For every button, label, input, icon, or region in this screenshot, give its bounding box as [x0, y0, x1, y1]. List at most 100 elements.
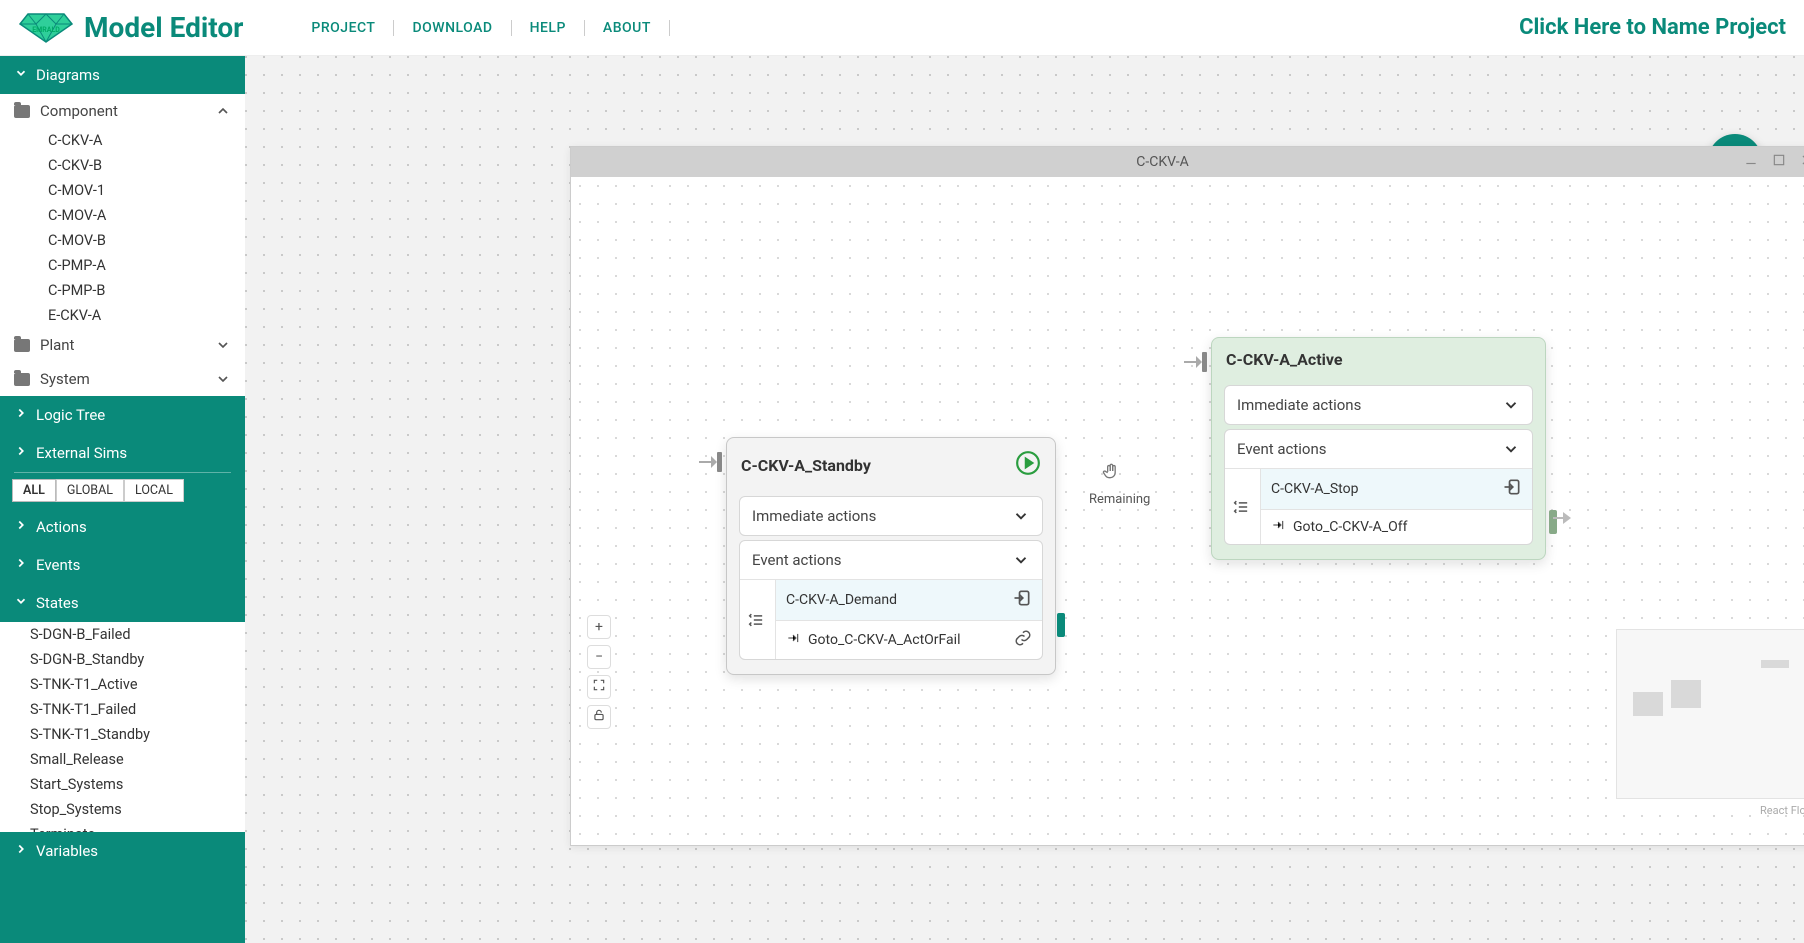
project-name-field[interactable]: Click Here to Name Project [1519, 15, 1786, 40]
list-item[interactable]: Stop_Systems [0, 797, 245, 822]
accordion-event-actions[interactable]: Event actions C [739, 540, 1043, 660]
node-active[interactable]: C-CKV-A_Active Immediate actions Event a… [1211, 337, 1546, 560]
action-row[interactable]: Goto_C-CKV-A_Off [1261, 510, 1532, 544]
event-type-icon [740, 580, 776, 659]
chevron-down-icon [1012, 551, 1030, 569]
accordion-label: Immediate actions [752, 507, 876, 525]
list-item[interactable]: Small_Release [0, 747, 245, 772]
chevron-down-icon [1502, 396, 1520, 414]
sidebar-folder-label: Plant [40, 336, 74, 354]
chevron-down-icon [1012, 507, 1030, 525]
edge-label-remaining: Remaining [1089, 492, 1150, 507]
list-item[interactable]: C-MOV-A [0, 203, 245, 228]
list-item[interactable]: S-TNK-T1_Failed [0, 697, 245, 722]
edge-layer [571, 177, 871, 327]
list-item[interactable]: C-MOV-B [0, 228, 245, 253]
scope-filter: ALL GLOBAL LOCAL [0, 473, 245, 508]
node-title: C-CKV-A_Standby [741, 456, 871, 475]
logo-block: EMRALD Model Editor [18, 8, 243, 48]
event-name: C-CKV-A_Demand [786, 592, 897, 608]
filter-local-button[interactable]: LOCAL [124, 479, 184, 502]
diagram-window[interactable]: C-CKV-A [570, 146, 1804, 846]
node-title: C-CKV-A_Active [1226, 350, 1343, 369]
sidebar-folder-label: Component [40, 102, 118, 120]
accordion-immediate-actions[interactable]: Immediate actions [739, 496, 1043, 536]
event-row[interactable]: C-CKV-A_Demand [776, 580, 1042, 621]
accordion-immediate-actions[interactable]: Immediate actions [1224, 385, 1533, 425]
menu-project[interactable]: PROJECT [293, 20, 394, 36]
reactflow-canvas[interactable]: Remaining C-CKV-A_Standby [571, 177, 1804, 845]
menu-help[interactable]: HELP [512, 20, 585, 36]
list-item[interactable]: E-CKV-A [0, 303, 245, 328]
chevron-up-icon [215, 103, 231, 119]
sidebar-section-label: External Sims [36, 444, 127, 462]
sidebar-section-label: Actions [36, 518, 87, 536]
zoom-in-button[interactable]: + [587, 615, 611, 639]
sidebar-folder-system[interactable]: System [0, 362, 245, 396]
sidebar-folder-component[interactable]: Component [0, 94, 245, 128]
input-handle-icon[interactable] [1182, 352, 1208, 376]
svg-text:EMRALD: EMRALD [32, 26, 60, 34]
minimize-icon[interactable] [1744, 153, 1758, 171]
minimap-node [1761, 660, 1789, 668]
lock-button[interactable] [587, 705, 611, 729]
list-item[interactable]: C-CKV-A [0, 128, 245, 153]
event-row[interactable]: C-CKV-A_Stop [1261, 469, 1532, 510]
sidebar-folder-plant[interactable]: Plant [0, 328, 245, 362]
sidebar-section-states[interactable]: States [0, 584, 245, 622]
main-menu: PROJECT DOWNLOAD HELP ABOUT [293, 20, 669, 36]
chevron-down-icon [14, 66, 28, 84]
sidebar-section-external-sims[interactable]: External Sims [0, 434, 245, 472]
chevron-right-icon [14, 406, 28, 424]
action-row[interactable]: Goto_C-CKV-A_ActOrFail [776, 621, 1042, 659]
close-icon[interactable] [1800, 153, 1804, 171]
folder-icon [14, 105, 30, 118]
folder-icon [14, 373, 30, 386]
chevron-right-icon [14, 518, 28, 536]
states-list[interactable]: S-DGN-B_Failed S-DGN-B_Standby S-TNK-T1_… [0, 622, 245, 832]
list-item[interactable]: S-DGN-B_Failed [0, 622, 245, 647]
menu-download[interactable]: DOWNLOAD [394, 20, 511, 36]
sidebar-section-logic-tree[interactable]: Logic Tree [0, 396, 245, 434]
maximize-icon[interactable] [1772, 153, 1786, 171]
component-list[interactable]: C-CKV-A C-CKV-B C-MOV-1 C-MOV-A C-MOV-B … [0, 128, 245, 328]
chevron-right-icon [14, 842, 28, 860]
window-title: C-CKV-A [1136, 154, 1189, 170]
minimap[interactable] [1616, 629, 1804, 799]
sidebar-section-label: Events [36, 556, 80, 574]
list-item[interactable]: S-TNK-T1_Active [0, 672, 245, 697]
list-item[interactable]: C-CKV-B [0, 153, 245, 178]
chevron-down-icon [215, 371, 231, 387]
list-item[interactable]: Start_Systems [0, 772, 245, 797]
lock-icon [592, 708, 606, 726]
accordion-event-actions[interactable]: Event actions C [1224, 429, 1533, 545]
sidebar-section-events[interactable]: Events [0, 546, 245, 584]
output-handle[interactable] [1057, 613, 1065, 637]
sidebar-section-diagrams[interactable]: Diagrams [0, 56, 245, 94]
list-item[interactable]: S-TNK-T1_Standby [0, 722, 245, 747]
menu-about[interactable]: ABOUT [585, 20, 670, 36]
accordion-label: Immediate actions [1237, 396, 1361, 414]
list-item[interactable]: S-DGN-B_Standby [0, 647, 245, 672]
accordion-label: Event actions [1237, 440, 1327, 458]
sidebar-section-actions[interactable]: Actions [0, 508, 245, 546]
play-circle-icon[interactable] [1015, 450, 1041, 480]
minus-icon: − [595, 649, 603, 665]
filter-all-button[interactable]: ALL [12, 479, 56, 502]
chevron-down-icon [14, 594, 28, 612]
list-item[interactable]: C-PMP-B [0, 278, 245, 303]
filter-global-button[interactable]: GLOBAL [56, 479, 124, 502]
list-item[interactable]: C-MOV-1 [0, 178, 245, 203]
input-handle-icon[interactable] [697, 452, 723, 476]
sidebar-section-variables[interactable]: Variables [0, 832, 245, 870]
list-item[interactable]: C-PMP-A [0, 253, 245, 278]
sidebar-section-label: Variables [36, 842, 98, 860]
canvas-area[interactable]: + C-CKV-A [245, 56, 1804, 943]
list-item[interactable]: Terminate [0, 822, 245, 832]
window-titlebar[interactable]: C-CKV-A [571, 147, 1804, 177]
transition-arrow-icon [1271, 518, 1285, 536]
fit-view-button[interactable] [587, 675, 611, 699]
node-standby[interactable]: C-CKV-A_Standby Immediate actions [726, 437, 1056, 675]
zoom-out-button[interactable]: − [587, 645, 611, 669]
link-icon [1014, 629, 1032, 651]
